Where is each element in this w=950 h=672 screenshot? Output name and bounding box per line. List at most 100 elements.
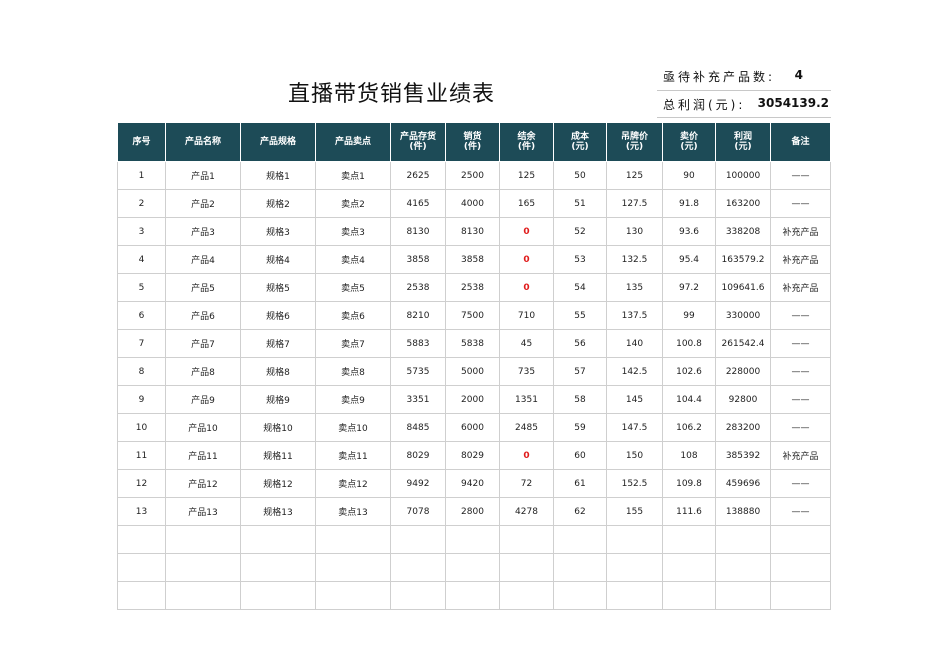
table-cell: 5000 (445, 357, 500, 386)
table-cell: 72 (499, 469, 554, 498)
column-header-text: (件) (517, 142, 536, 152)
table-cell: 2625 (390, 161, 446, 190)
column-header: 产品卖点 (315, 122, 391, 162)
table-cell: 145 (606, 385, 663, 414)
table-cell: —— (770, 497, 831, 526)
table-row: 4 产品4 规格4 卖点4 3858 3858 0 53 132.5 95.4 163579.2 补充… (117, 245, 831, 274)
table-cell: 8210 (390, 301, 446, 330)
table-row: 13 产品13 规格13 卖点13 7078 2800 4278 62 155 111.6 1388… (117, 497, 831, 526)
column-header-text: (件) (409, 142, 427, 152)
column-header: 产品规格 (240, 122, 316, 162)
column-header-text: (元) (625, 142, 644, 152)
table-row: 8 产品8 规格8 卖点8 5735 5000 735 57 142.5 102.6 228000—… (117, 357, 831, 386)
table-cell: 8029 (390, 441, 446, 470)
table-cell: 7 (117, 329, 166, 358)
table-cell: 0 (499, 245, 554, 274)
table-cell: 2 (117, 189, 166, 218)
table-cell: 规格8 (240, 357, 316, 386)
table-cell: 8029 (445, 441, 500, 470)
table-cell: 125 (606, 161, 663, 190)
empty-cell (606, 553, 663, 582)
empty-cell (117, 525, 166, 554)
pending-products-summary: 亟待补充产品数: 4 (657, 64, 831, 91)
table-cell: 5838 (445, 329, 500, 358)
table-cell: 90 (662, 161, 716, 190)
table-cell: 127.5 (606, 189, 663, 218)
sales-table: 序号 产品名称 产品规格 产品卖点 产品存货 (件) 销货 (件) 结余 (件) 成本 (元) 吊牌价(… (117, 122, 831, 610)
table-cell: 10 (117, 413, 166, 442)
empty-cell (770, 553, 831, 582)
table-cell: 卖点11 (315, 441, 391, 470)
empty-cell (315, 581, 391, 610)
table-cell: 6 (117, 301, 166, 330)
table-cell: 卖点7 (315, 329, 391, 358)
table-cell: 5735 (390, 357, 446, 386)
table-row: 7 产品7 规格7 卖点7 5883 5838 45 56 140 100.8 261542.4 —— (117, 329, 831, 358)
table-cell: 规格6 (240, 301, 316, 330)
table-cell: 12 (117, 469, 166, 498)
table-cell: 卖点10 (315, 413, 391, 442)
table-cell: 51 (553, 189, 607, 218)
table-cell: 150 (606, 441, 663, 470)
column-header-text: (件) (463, 142, 482, 152)
table-cell: 卖点8 (315, 357, 391, 386)
table-cell: 228000 (715, 357, 771, 386)
table-cell: 132.5 (606, 245, 663, 274)
empty-cell (445, 553, 500, 582)
total-profit-summary: 总利润(元): 3054139.2 (657, 90, 831, 118)
table-cell: 产品12 (165, 469, 241, 498)
empty-cell (606, 525, 663, 554)
table-cell: 3858 (445, 245, 500, 274)
table-cell: 卖点6 (315, 301, 391, 330)
table-cell: 138880 (715, 497, 771, 526)
empty-cell (240, 581, 316, 610)
table-cell: 57 (553, 357, 607, 386)
empty-cell (315, 553, 391, 582)
table-cell: 2500 (445, 161, 500, 190)
table-cell: 卖点3 (315, 217, 391, 246)
table-cell: 735 (499, 357, 554, 386)
table-cell: 产品7 (165, 329, 241, 358)
table-cell: 125 (499, 161, 554, 190)
table-cell: 330000 (715, 301, 771, 330)
column-header-text: 卖价 (679, 132, 698, 142)
table-cell: 8130 (445, 217, 500, 246)
table-cell: —— (770, 301, 831, 330)
table-cell: 4165 (390, 189, 446, 218)
table-cell: 7500 (445, 301, 500, 330)
table-cell: 2538 (390, 273, 446, 302)
table-cell: 2800 (445, 497, 500, 526)
table-cell: 产品3 (165, 217, 241, 246)
table-cell: 104.4 (662, 385, 716, 414)
table-cell: 108 (662, 441, 716, 470)
empty-cell (499, 525, 554, 554)
table-row: 6 产品6 规格6 卖点6 8210 7500 710 55 137.5 99 330000 —— (117, 301, 831, 330)
empty-cell (715, 525, 771, 554)
table-cell: 4 (117, 245, 166, 274)
table-cell: 283200 (715, 413, 771, 442)
column-header-text: 吊牌价 (620, 132, 648, 142)
empty-cell (117, 553, 166, 582)
table-cell: 8130 (390, 217, 446, 246)
table-cell: 0 (499, 217, 554, 246)
empty-cell (390, 525, 446, 554)
table-cell: 61 (553, 469, 607, 498)
empty-cell (117, 581, 166, 610)
empty-cell (165, 553, 241, 582)
empty-cell (445, 581, 500, 610)
table-cell: 规格4 (240, 245, 316, 274)
table-header-row: 序号 产品名称 产品规格 产品卖点 产品存货 (件) 销货 (件) 结余 (件) 成本 (元) 吊牌价(… (117, 122, 831, 162)
table-cell: —— (770, 161, 831, 190)
empty-cell (715, 553, 771, 582)
table-cell: 补充产品 (770, 441, 831, 470)
empty-row (117, 581, 831, 610)
table-cell: 9420 (445, 469, 500, 498)
empty-cell (553, 525, 607, 554)
table-cell: 1 (117, 161, 166, 190)
empty-cell (770, 581, 831, 610)
table-cell: —— (770, 357, 831, 386)
table-cell: 8485 (390, 413, 446, 442)
column-header-text: (元) (734, 142, 752, 152)
table-cell: 规格3 (240, 217, 316, 246)
table-cell: 0 (499, 273, 554, 302)
